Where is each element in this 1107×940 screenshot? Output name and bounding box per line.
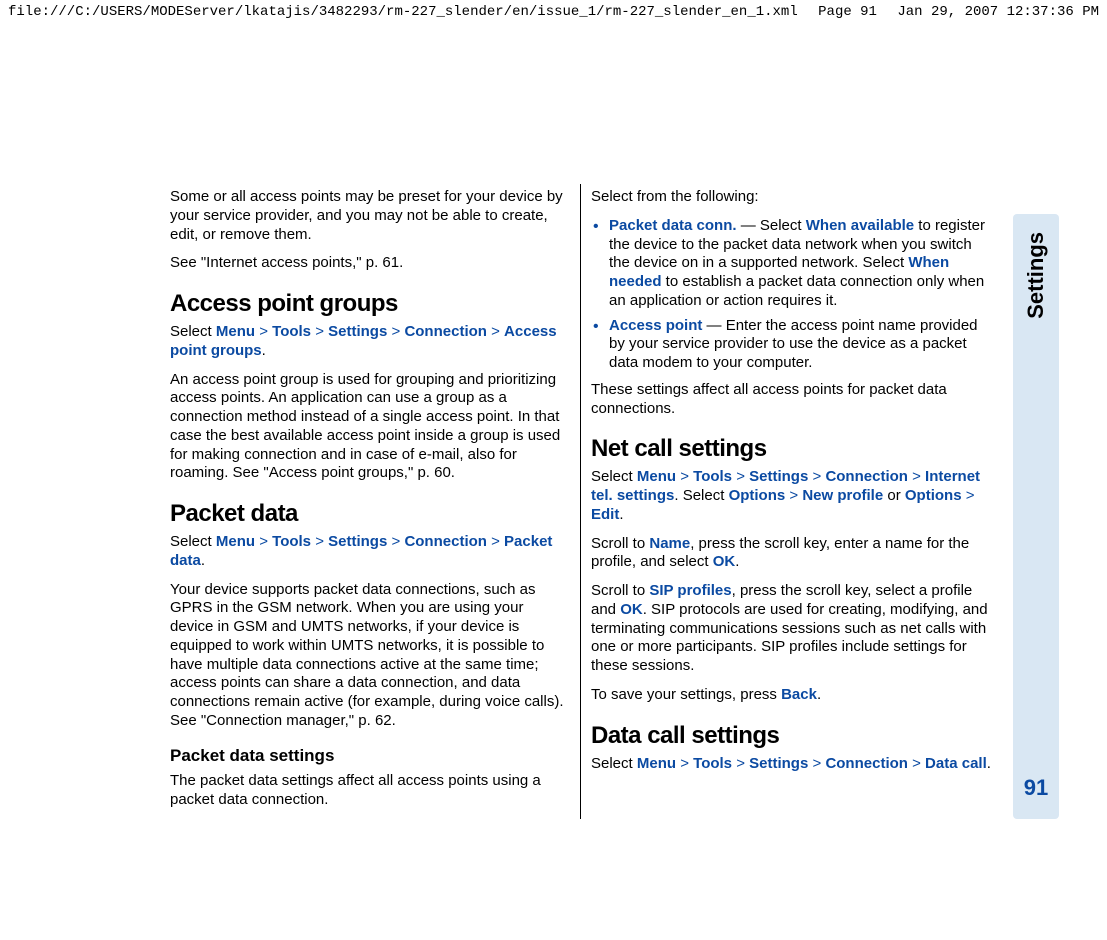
settings-link[interactable]: Settings bbox=[749, 755, 808, 772]
timestamp: Jan 29, 2007 12:37:36 PM bbox=[897, 4, 1099, 20]
chevron-right-icon: > bbox=[315, 323, 324, 340]
settings-link[interactable]: Settings bbox=[328, 533, 387, 550]
chevron-right-icon: > bbox=[680, 755, 689, 772]
chevron-right-icon: > bbox=[912, 468, 921, 485]
chevron-right-icon: > bbox=[392, 323, 401, 340]
chevron-right-icon: > bbox=[736, 468, 745, 485]
edit-link[interactable]: Edit bbox=[591, 506, 619, 523]
section-title-vertical: Settings bbox=[1023, 232, 1049, 319]
section-side-tab: Settings 91 bbox=[1013, 214, 1059, 819]
list-item: Access point — Enter the access point na… bbox=[591, 317, 991, 373]
net-nav-path: Select Menu > Tools > Settings > Connect… bbox=[591, 468, 991, 524]
apg-body: An access point group is used for groupi… bbox=[170, 371, 570, 484]
chevron-right-icon: > bbox=[315, 533, 324, 550]
menu-link[interactable]: Menu bbox=[216, 533, 255, 550]
left-column: Some or all access points may be preset … bbox=[170, 184, 581, 819]
connection-link[interactable]: Connection bbox=[825, 755, 908, 772]
apg-nav-path: Select Menu > Tools > Settings > Connect… bbox=[170, 323, 570, 361]
pds-body: The packet data settings affect all acce… bbox=[170, 772, 570, 810]
chevron-right-icon: > bbox=[912, 755, 921, 772]
intro-paragraph-2: See "Internet access points," p. 61. bbox=[170, 254, 570, 273]
tools-link[interactable]: Tools bbox=[693, 755, 732, 772]
connection-link[interactable]: Connection bbox=[404, 533, 487, 550]
page-content: Some or all access points may be preset … bbox=[0, 24, 1107, 859]
chevron-right-icon: > bbox=[259, 323, 268, 340]
chevron-right-icon: > bbox=[813, 468, 822, 485]
options-list: Packet data conn. — Select When availabl… bbox=[591, 217, 991, 373]
back-link[interactable]: Back bbox=[781, 686, 817, 703]
page-label: Page 91 bbox=[818, 4, 877, 20]
right-column: Select from the following: Packet data c… bbox=[581, 184, 999, 819]
ok-link[interactable]: OK bbox=[713, 553, 736, 570]
data-call-link[interactable]: Data call bbox=[925, 755, 987, 772]
chevron-right-icon: > bbox=[789, 487, 798, 504]
chevron-right-icon: > bbox=[491, 533, 500, 550]
options-link[interactable]: Options bbox=[729, 487, 786, 504]
heading-data-call-settings: Data call settings bbox=[591, 721, 991, 751]
net-paragraph-save: To save your settings, press Back. bbox=[591, 686, 991, 705]
page-number: 91 bbox=[1024, 775, 1048, 801]
options-link[interactable]: Options bbox=[905, 487, 962, 504]
access-point-term: Access point bbox=[609, 317, 702, 334]
settings-link[interactable]: Settings bbox=[328, 323, 387, 340]
when-available-link[interactable]: When available bbox=[806, 217, 914, 234]
heading-packet-data: Packet data bbox=[170, 499, 570, 529]
chevron-right-icon: > bbox=[736, 755, 745, 772]
name-field-link[interactable]: Name bbox=[649, 535, 690, 552]
after-list-note: These settings affect all access points … bbox=[591, 381, 991, 419]
chevron-right-icon: > bbox=[392, 533, 401, 550]
menu-link[interactable]: Menu bbox=[216, 323, 255, 340]
chevron-right-icon: > bbox=[259, 533, 268, 550]
chevron-right-icon: > bbox=[680, 468, 689, 485]
sip-profiles-link[interactable]: SIP profiles bbox=[649, 582, 731, 599]
list-item: Packet data conn. — Select When availabl… bbox=[591, 217, 991, 311]
tools-link[interactable]: Tools bbox=[272, 533, 311, 550]
connection-link[interactable]: Connection bbox=[404, 323, 487, 340]
intro-paragraph-1: Some or all access points may be preset … bbox=[170, 188, 570, 244]
settings-link[interactable]: Settings bbox=[749, 468, 808, 485]
tools-link[interactable]: Tools bbox=[272, 323, 311, 340]
data-call-nav-path: Select Menu > Tools > Settings > Connect… bbox=[591, 755, 991, 774]
heading-access-point-groups: Access point groups bbox=[170, 289, 570, 319]
chevron-right-icon: > bbox=[813, 755, 822, 772]
menu-link[interactable]: Menu bbox=[637, 468, 676, 485]
net-paragraph-name: Scroll to Name, press the scroll key, en… bbox=[591, 535, 991, 573]
tools-link[interactable]: Tools bbox=[693, 468, 732, 485]
new-profile-link[interactable]: New profile bbox=[802, 487, 883, 504]
heading-net-call-settings: Net call settings bbox=[591, 434, 991, 464]
connection-link[interactable]: Connection bbox=[825, 468, 908, 485]
heading-packet-data-settings: Packet data settings bbox=[170, 745, 570, 766]
chevron-right-icon: > bbox=[966, 487, 975, 504]
header-bar: file:///C:/USERS/MODEServer/lkatajis/348… bbox=[0, 0, 1107, 24]
pd-nav-path: Select Menu > Tools > Settings > Connect… bbox=[170, 533, 570, 571]
pd-body: Your device supports packet data connect… bbox=[170, 581, 570, 731]
chevron-right-icon: > bbox=[491, 323, 500, 340]
select-from-label: Select from the following: bbox=[591, 188, 991, 207]
file-path: file:///C:/USERS/MODEServer/lkatajis/348… bbox=[8, 4, 798, 20]
ok-link[interactable]: OK bbox=[620, 601, 643, 618]
packet-data-conn-term: Packet data conn. bbox=[609, 217, 737, 234]
net-paragraph-sip: Scroll to SIP profiles, press the scroll… bbox=[591, 582, 991, 676]
menu-link[interactable]: Menu bbox=[637, 755, 676, 772]
